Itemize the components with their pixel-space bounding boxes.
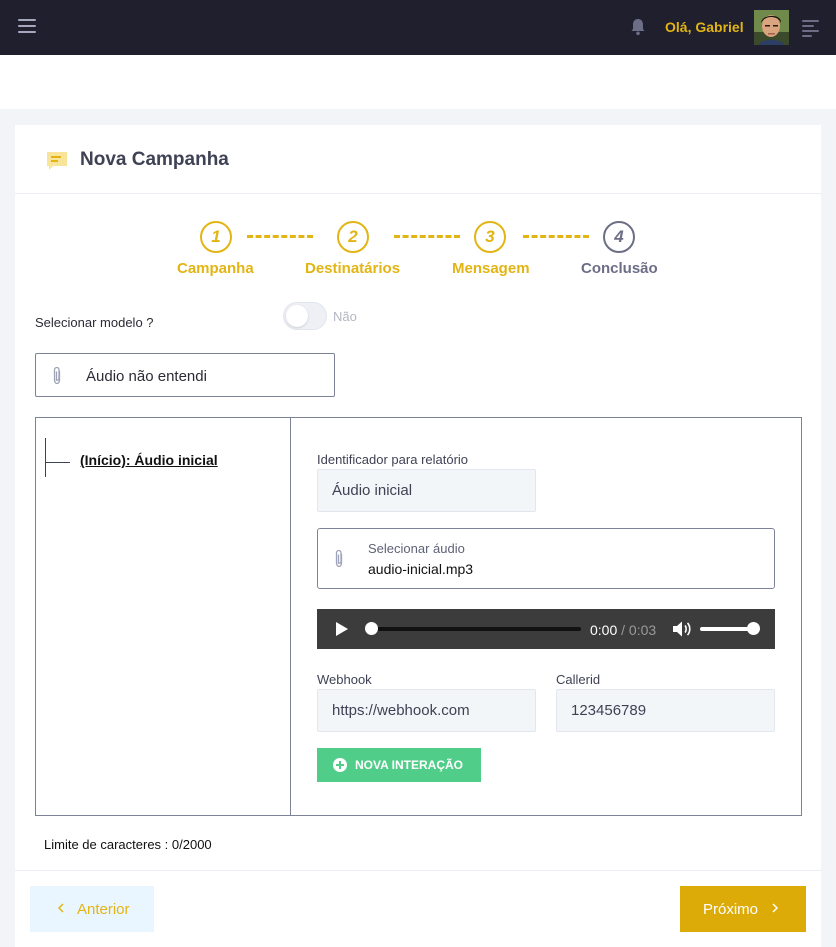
character-limit: Limite de caracteres : 0/2000 (44, 837, 212, 852)
identifier-input[interactable]: Áudio inicial (317, 469, 536, 512)
previous-button[interactable]: Anterior (30, 886, 154, 932)
volume-icon[interactable] (672, 620, 692, 638)
plus-circle-icon (333, 758, 347, 772)
toggle-value: Não (333, 309, 357, 324)
step-connector (247, 235, 313, 238)
bell-icon[interactable] (628, 17, 648, 37)
template-file-input[interactable]: Áudio não entendi (35, 353, 335, 397)
template-toggle[interactable] (283, 302, 327, 330)
new-interaction-label: NOVA INTERAÇÃO (355, 758, 463, 772)
paperclip-icon (335, 549, 343, 568)
webhook-label: Webhook (317, 672, 372, 687)
step-3-circle[interactable]: 3 (474, 221, 506, 253)
step-connector (523, 235, 589, 238)
campaign-card: Nova Campanha 1 Campanha 2 Destinatários… (15, 125, 821, 947)
flow-tree: (Início): Áudio inicial (36, 418, 291, 815)
card-header: Nova Campanha (15, 125, 821, 194)
arrow-left-icon (57, 903, 64, 913)
identifier-label: Identificador para relatório (317, 452, 469, 467)
menu-icon[interactable] (18, 19, 36, 35)
select-template-label: Selecionar modelo ? (35, 315, 154, 330)
previous-label: Anterior (77, 901, 130, 918)
step-1-label[interactable]: Campanha (177, 260, 254, 277)
user-greeting[interactable]: Olá, Gabriel (665, 19, 744, 35)
step-1-circle[interactable]: 1 (200, 221, 232, 253)
audio-duration: 0:03 (628, 622, 657, 638)
tree-line (45, 438, 46, 477)
arrow-right-icon (772, 903, 779, 913)
toggle-knob (286, 305, 308, 327)
audio-progress-knob[interactable] (365, 622, 378, 635)
callerid-label: Callerid (556, 672, 601, 687)
message-icon (47, 152, 67, 170)
step-4-circle[interactable]: 4 (603, 221, 635, 253)
flow-editor: (Início): Áudio inicial Identificador pa… (35, 417, 802, 816)
top-bar: Olá, Gabriel (0, 0, 836, 55)
audio-select-label: Selecionar áudio (368, 541, 465, 556)
step-3-label[interactable]: Mensagem (452, 260, 530, 277)
next-button[interactable]: Próximo (680, 886, 806, 932)
step-4-label[interactable]: Conclusão (581, 260, 658, 277)
audio-time-separator: / (617, 622, 629, 638)
volume-knob[interactable] (747, 622, 760, 635)
new-interaction-button[interactable]: NOVA INTERAÇÃO (317, 748, 481, 782)
play-icon[interactable] (335, 621, 349, 637)
audio-select-input[interactable]: Selecionar áudio audio-inicial.mp3 (317, 528, 775, 589)
template-file-name: Áudio não entendi (86, 368, 207, 385)
tree-branch (45, 462, 70, 463)
menu-lines-icon[interactable] (802, 20, 819, 37)
step-2-label[interactable]: Destinatários (305, 260, 400, 277)
paperclip-icon (53, 366, 61, 385)
audio-file-name: audio-inicial.mp3 (368, 561, 474, 577)
step-2-circle[interactable]: 2 (337, 221, 369, 253)
step-connector (394, 235, 460, 238)
audio-player: 0:00 / 0:03 (317, 609, 775, 649)
subheader-bar (0, 55, 836, 109)
next-label: Próximo (703, 901, 759, 918)
tree-node-start[interactable]: (Início): Áudio inicial (80, 452, 218, 468)
audio-current-time: 0:00 (590, 622, 618, 638)
audio-time: 0:00 / 0:03 (590, 622, 656, 638)
audio-progress-track[interactable] (369, 627, 581, 631)
callerid-input[interactable]: 123456789 (556, 689, 775, 732)
webhook-input[interactable]: https://webhook.com (317, 689, 536, 732)
avatar[interactable] (754, 10, 789, 45)
page-title: Nova Campanha (80, 149, 229, 170)
footer-divider (15, 870, 821, 871)
